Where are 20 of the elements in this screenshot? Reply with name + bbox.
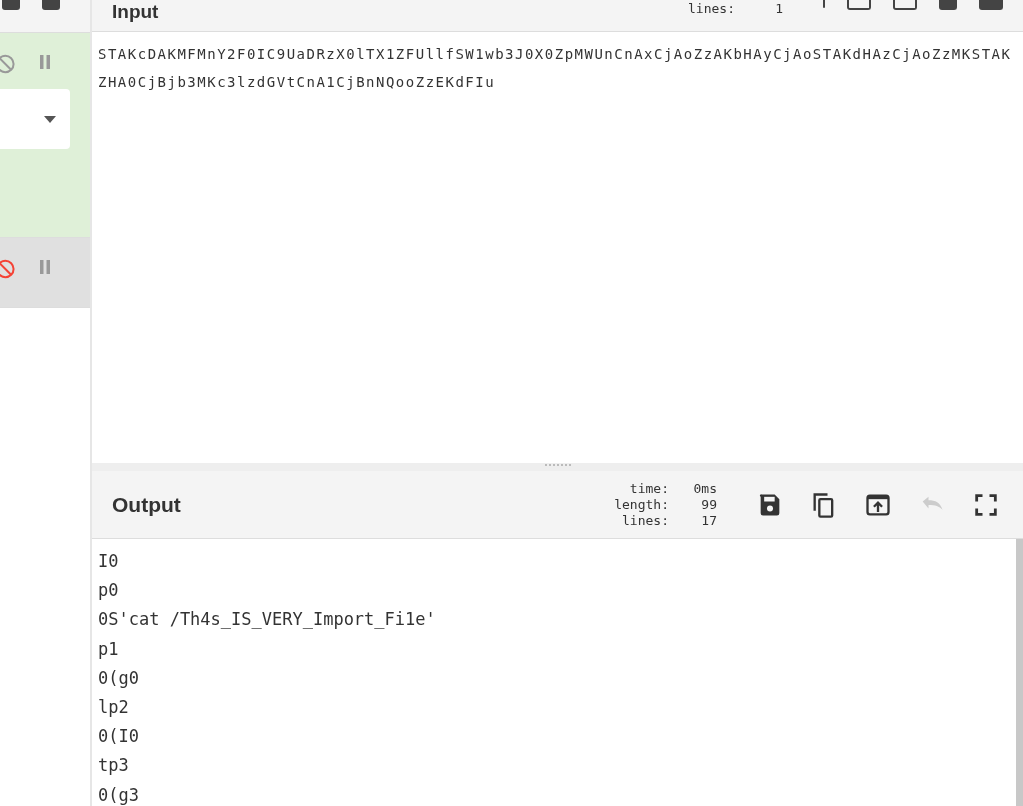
pause-icon[interactable] <box>38 53 52 71</box>
output-line: I0 <box>98 550 120 573</box>
output-line: 0(g3 <box>98 783 140 806</box>
output-line: p0 <box>98 579 120 603</box>
output-line: 0(I0 <box>98 725 140 749</box>
output-line: lp2 <box>98 696 130 719</box>
stats-text: time: 0ms length: 99 lines: 17 <box>614 480 718 529</box>
output-line: tp3 <box>98 754 130 778</box>
output-line: 0S'cat /Th4s_IS_VERY_Import_Fi1e' <box>98 608 437 632</box>
stats-text: lines: 1 <box>688 1 784 17</box>
caret-icon <box>44 115 56 123</box>
resize-handle[interactable] <box>544 464 571 466</box>
output-line: 0(g0 <box>98 666 140 690</box>
dropdown-field[interactable] <box>0 89 70 149</box>
output-line: p1 <box>98 637 120 661</box>
panel-title: Output <box>112 492 181 517</box>
toolbar-icon[interactable] <box>847 0 871 10</box>
scrollbar[interactable] <box>1016 539 1023 806</box>
panel-title: Input <box>112 1 159 23</box>
toolbar-icon[interactable] <box>893 0 917 10</box>
